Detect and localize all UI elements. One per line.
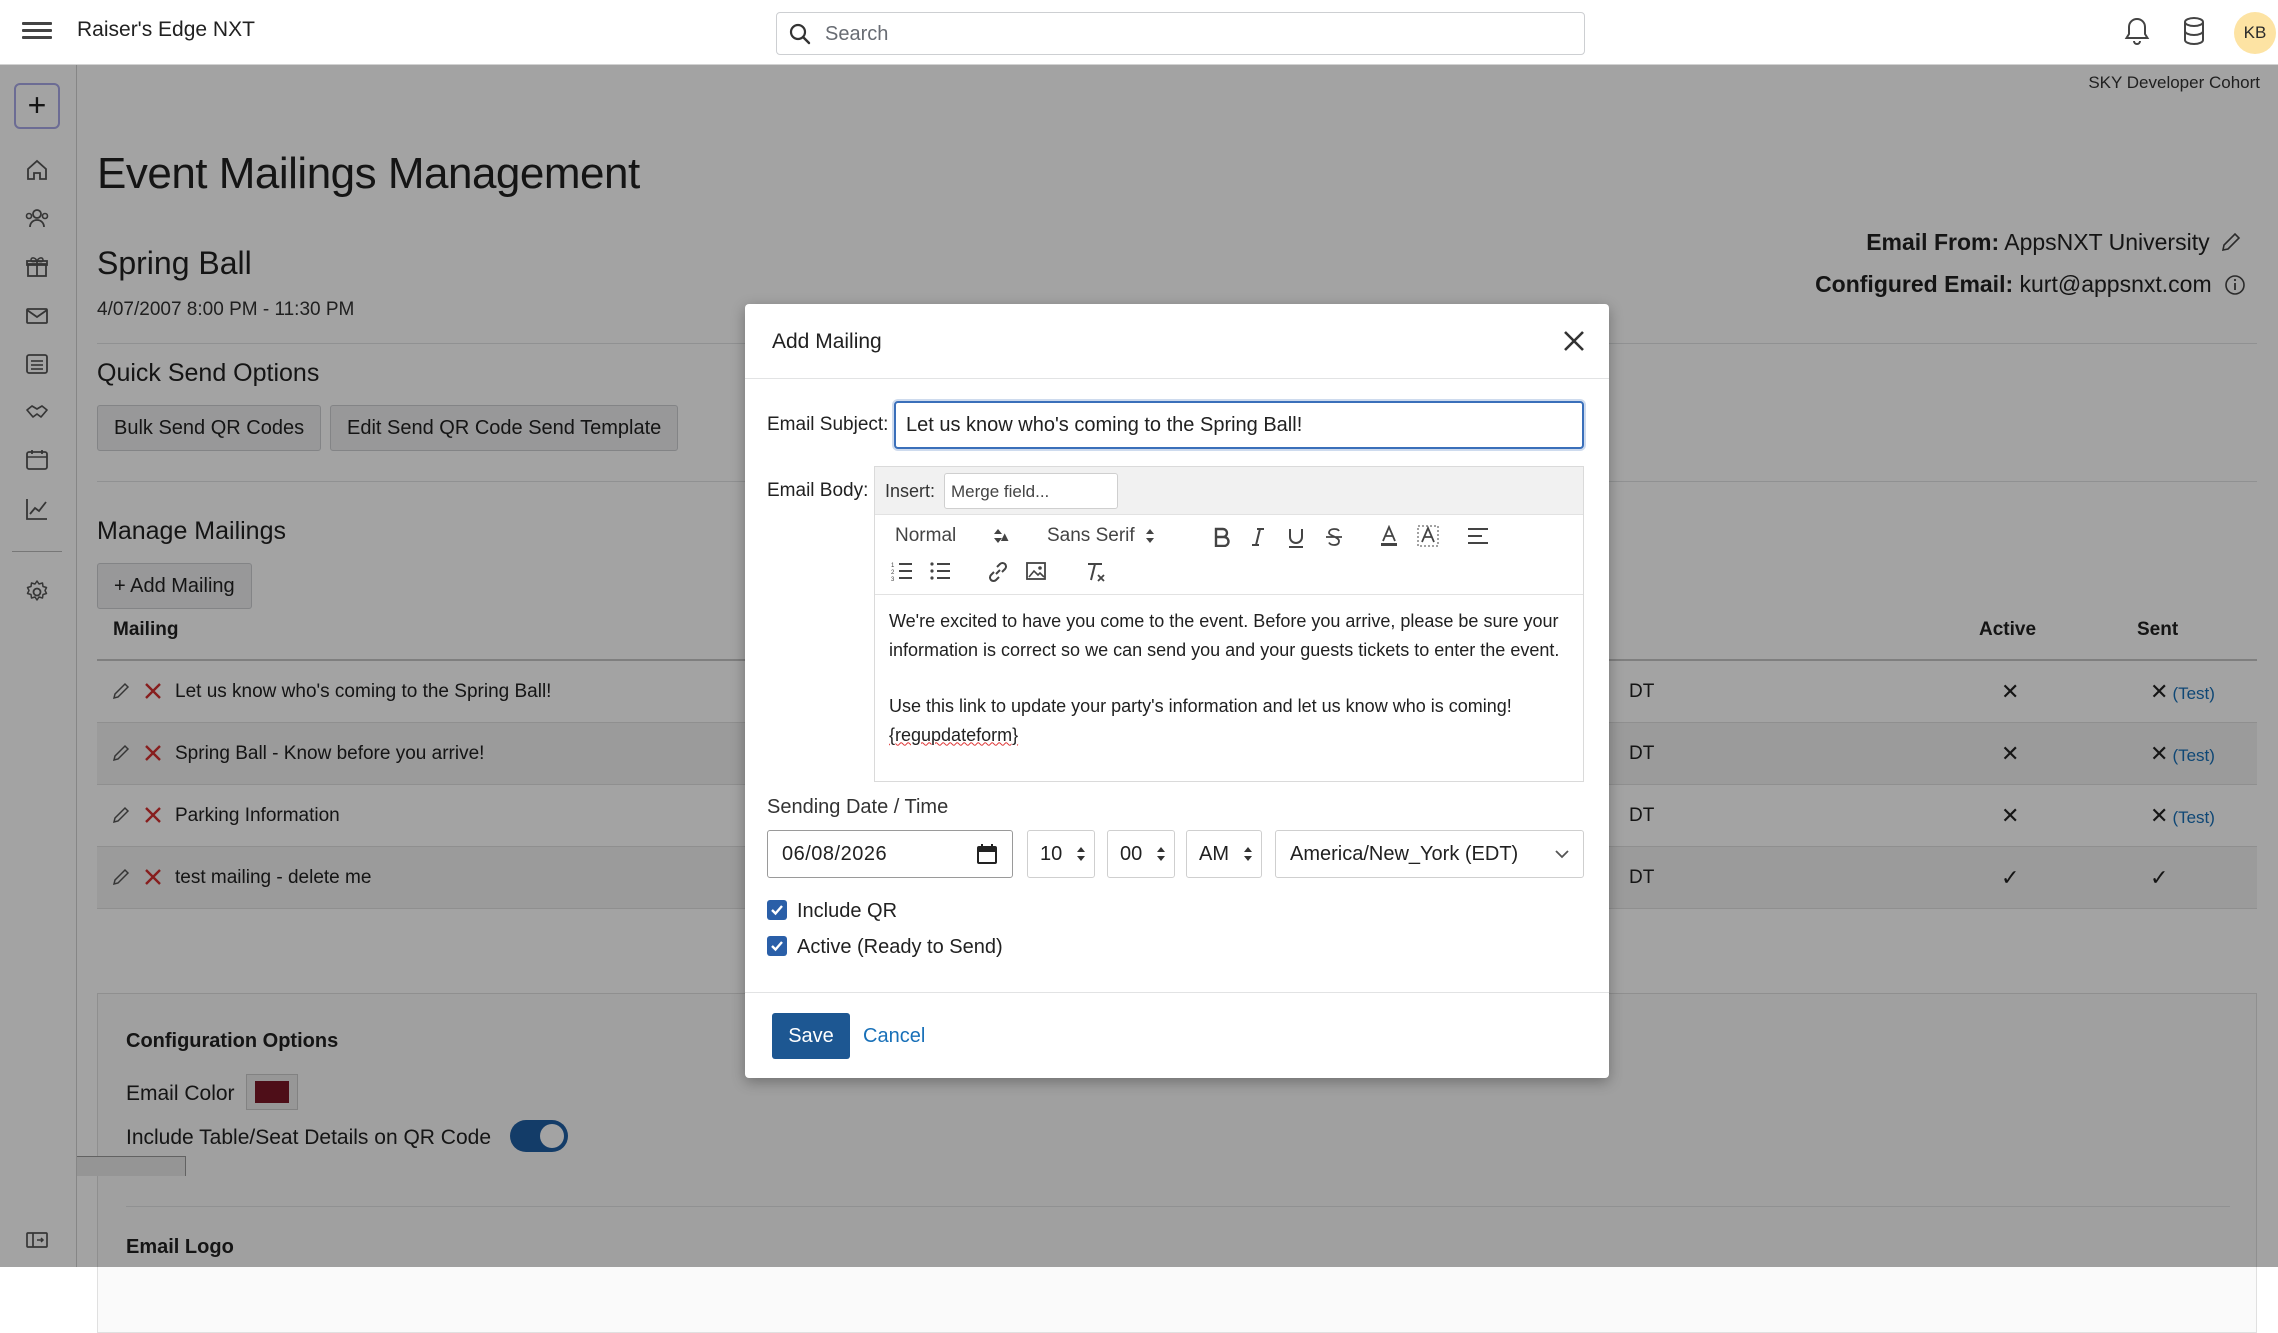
merge-field-select[interactable]: Merge field... [944,473,1118,509]
updown-icon [1157,847,1165,861]
include-qr-checkbox[interactable] [767,900,787,920]
format-select-arrows[interactable] [993,527,1003,545]
underline-icon[interactable] [1287,527,1305,549]
bullet-list-icon[interactable] [929,561,951,581]
avatar[interactable]: KB [2234,12,2276,54]
rich-text-editor[interactable]: Insert: Merge field... Normal ▲ Sans Seri… [874,466,1584,782]
include-qr-row[interactable]: Include QR [767,900,897,923]
active-label: Active (Ready to Send) [797,936,1003,958]
date-input[interactable]: 06/08/2026 [767,830,1013,878]
font-select[interactable]: Sans Serif [1047,525,1135,547]
search-input[interactable] [823,19,1563,49]
save-button[interactable]: Save [772,1013,850,1059]
hour-select[interactable]: 10 [1027,830,1095,878]
chevron-down-icon [1555,850,1569,859]
ampm-value: AM [1199,843,1229,865]
modal-header: Add Mailing [745,304,1609,379]
close-icon[interactable] [1561,328,1587,354]
clear-format-icon[interactable] [1085,561,1107,583]
menu-icon[interactable] [22,18,52,46]
body-label: Email Body: [767,480,869,501]
updown-icon [1244,847,1252,861]
timezone-value: America/New_York (EDT) [1290,843,1519,865]
send-date-label: Sending Date / Time [767,796,949,818]
active-row[interactable]: Active (Ready to Send) [767,936,1003,959]
svg-text:1: 1 [891,563,895,569]
subject-label: Email Subject: [767,414,889,435]
include-qr-label: Include QR [797,900,898,922]
search-icon [789,23,811,45]
hour-value: 10 [1040,843,1063,865]
svg-text:2: 2 [891,570,895,576]
top-bar: Raiser's Edge NXT KB [0,0,2278,65]
date-value: 06/08/2026 [782,843,888,865]
database-icon[interactable] [2182,16,2206,46]
strikethrough-icon[interactable] [1325,527,1343,547]
active-checkbox[interactable] [767,936,787,956]
highlight-icon[interactable] [1417,525,1439,547]
text-color-icon[interactable] [1379,525,1399,547]
modal-footer: Save Cancel [745,992,1609,1078]
updown-icon [1077,847,1085,861]
body-paragraph: Use this link to update your party's inf… [889,696,1512,716]
bold-icon[interactable] [1213,527,1231,547]
editor-toolbar: Normal ▲ Sans Serif 123 [875,515,1583,595]
minute-select[interactable]: 00 [1107,830,1175,878]
timezone-select[interactable]: America/New_York (EDT) [1275,830,1584,878]
svg-text:3: 3 [891,577,895,581]
image-icon[interactable] [1025,561,1047,581]
app-title[interactable]: Raiser's Edge NXT [77,18,255,42]
calendar-icon[interactable] [976,843,998,865]
subject-input[interactable] [894,401,1584,449]
editor-content[interactable]: We're excited to have you come to the ev… [889,607,1569,749]
cancel-button[interactable]: Cancel [863,1025,925,1048]
minute-value: 00 [1120,843,1143,865]
align-icon[interactable] [1467,527,1489,545]
body-paragraph: We're excited to have you come to the ev… [889,611,1560,660]
font-select-arrows[interactable] [1145,527,1155,545]
ordered-list-icon[interactable]: 123 [891,561,913,581]
bell-icon[interactable] [2124,16,2150,46]
link-icon[interactable] [987,561,1009,583]
merge-token: {regupdateform} [889,724,1019,745]
add-mailing-modal: Add Mailing Email Subject: Email Body: I… [745,304,1609,1078]
modal-title: Add Mailing [772,330,882,353]
search-box[interactable] [776,12,1585,55]
italic-icon[interactable] [1251,527,1265,547]
insert-bar: Insert: Merge field... [875,467,1583,515]
ampm-select[interactable]: AM [1186,830,1262,878]
insert-label: Insert: [885,481,936,501]
